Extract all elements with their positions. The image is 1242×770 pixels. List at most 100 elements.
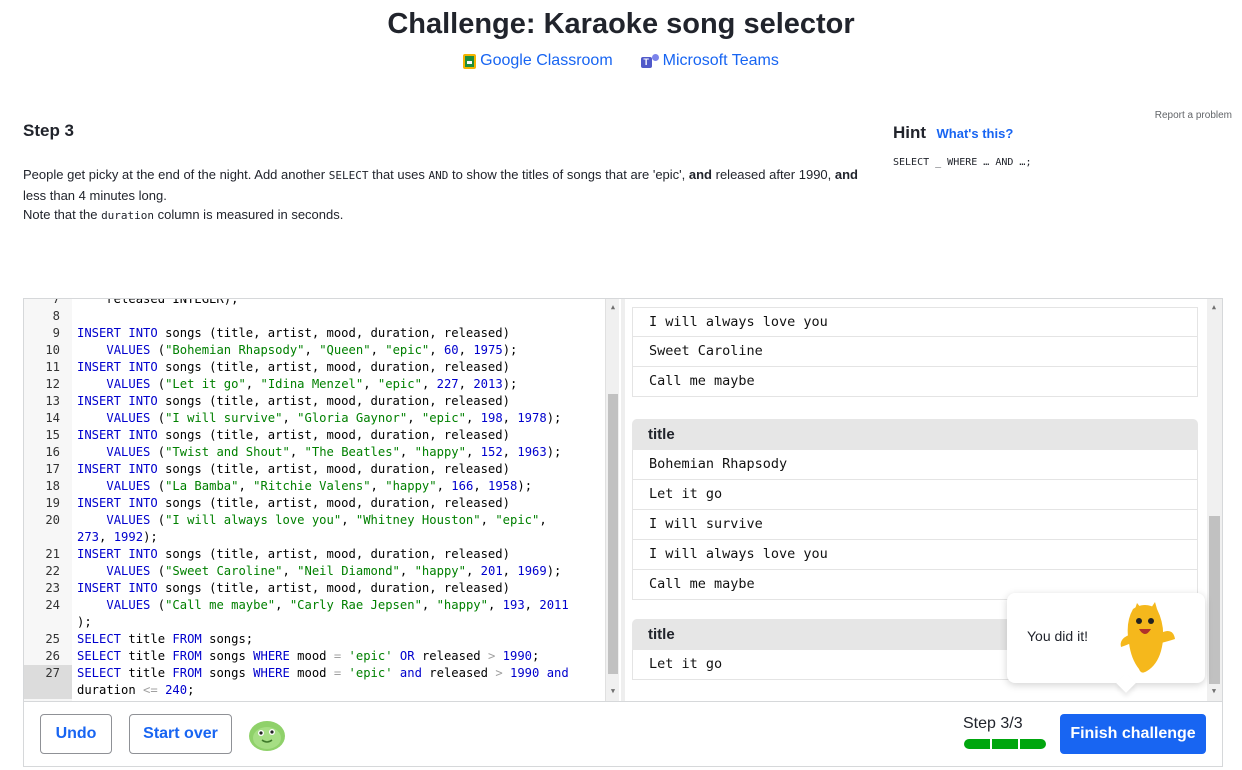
code-text[interactable]: VALUES ("Sweet Caroline", "Neil Diamond"… xyxy=(77,563,561,580)
code-line[interactable]: 26 SELECT title FROM songs WHERE mood = '… xyxy=(24,648,606,665)
code-line[interactable]: 13 INSERT INTO songs (title, artist, mood… xyxy=(24,393,606,410)
code-text[interactable]: VALUES ("Let it go", "Idina Menzel", "ep… xyxy=(77,376,517,393)
hint-code: SELECT _ WHERE … AND …; xyxy=(893,157,1032,168)
editor-scroll-thumb[interactable] xyxy=(608,394,618,674)
code-text[interactable]: INSERT INTO songs (title, artist, mood, … xyxy=(77,359,510,376)
share-microsoft-teams-label: Microsoft Teams xyxy=(662,52,779,69)
undo-button[interactable]: Undo xyxy=(40,714,112,754)
code-line[interactable]: duration <= 240; xyxy=(24,682,606,699)
code-text[interactable]: VALUES ("Twist and Shout", "The Beatles"… xyxy=(77,444,561,461)
code-text[interactable]: INSERT INTO songs (title, artist, mood, … xyxy=(77,461,510,478)
progress-segment xyxy=(964,739,990,749)
code-line[interactable]: 23 INSERT INTO songs (title, artist, mood… xyxy=(24,580,606,597)
footer-bar: Undo Start over Step 3/3 Finish challeng… xyxy=(24,701,1222,766)
code-line[interactable]: 18 VALUES ("La Bamba", "Ritchie Valens",… xyxy=(24,478,606,495)
code-text[interactable]: VALUES ("I will always love you", "Whitn… xyxy=(77,512,546,529)
code-text[interactable]: VALUES ("Bohemian Rhapsody", "Queen", "e… xyxy=(77,342,517,359)
line-number: 23 xyxy=(45,581,60,595)
code-text[interactable]: duration <= 240; xyxy=(77,682,194,699)
line-number: 26 xyxy=(45,649,60,663)
code-text[interactable]: released INTEGER); xyxy=(77,299,238,308)
code-line[interactable]: 25 SELECT title FROM songs; xyxy=(24,631,606,648)
result-table-row: I will survive xyxy=(632,510,1198,540)
code-text[interactable]: SELECT title FROM songs WHERE mood = 'ep… xyxy=(77,665,569,682)
result-table-row: Call me maybe xyxy=(632,367,1198,397)
results-scroll-thumb[interactable] xyxy=(1209,516,1220,684)
scroll-down-arrow-icon[interactable]: ▼ xyxy=(1208,685,1220,697)
code-editor[interactable]: 7 released INTEGER); 8 9 INSERT INTO songs … xyxy=(24,299,621,701)
code-line[interactable]: 14 VALUES ("I will survive", "Gloria Gay… xyxy=(24,410,606,427)
workspace: 7 released INTEGER); 8 9 INSERT INTO songs … xyxy=(23,298,1223,767)
line-number: 20 xyxy=(45,513,60,527)
code-line[interactable]: 21 INSERT INTO songs (title, artist, mood… xyxy=(24,546,606,563)
code-line[interactable]: 273, 1992); xyxy=(24,529,606,546)
hint-whats-this-link[interactable]: What's this? xyxy=(937,126,1014,141)
code-line[interactable]: 12 VALUES ("Let it go", "Idina Menzel", … xyxy=(24,376,606,393)
google-classroom-icon xyxy=(463,53,477,69)
success-message: You did it! xyxy=(1027,628,1088,644)
step-heading: Step 3 xyxy=(23,121,75,140)
share-microsoft-teams[interactable]: T Microsoft Teams xyxy=(640,52,779,70)
code-text[interactable]: INSERT INTO songs (title, artist, mood, … xyxy=(77,325,510,342)
line-number: 25 xyxy=(45,632,60,646)
code-line[interactable]: 20 VALUES ("I will always love you", "Wh… xyxy=(24,512,606,529)
green-mascot-icon xyxy=(249,721,285,751)
line-number: 14 xyxy=(45,411,60,425)
code-line[interactable]: 22 VALUES ("Sweet Caroline", "Neil Diamo… xyxy=(24,563,606,580)
line-number xyxy=(24,614,72,631)
result-table-header: title xyxy=(632,419,1198,450)
microsoft-teams-icon: T xyxy=(640,53,659,69)
code-text[interactable]: INSERT INTO songs (title, artist, mood, … xyxy=(77,580,510,597)
line-number xyxy=(24,682,72,699)
line-number: 12 xyxy=(45,377,60,391)
result-table-row: Let it go xyxy=(632,480,1198,510)
code-text[interactable]: VALUES ("Call me maybe", "Carly Rae Jeps… xyxy=(77,597,568,614)
code-line[interactable]: 16 VALUES ("Twist and Shout", "The Beatl… xyxy=(24,444,606,461)
result-table-row: I will always love you xyxy=(632,540,1198,570)
editor-scrollbar[interactable]: ▲ ▼ xyxy=(605,299,619,701)
line-number: 11 xyxy=(45,360,60,374)
line-number: 7 xyxy=(52,299,60,306)
code-text[interactable]: INSERT INTO songs (title, artist, mood, … xyxy=(77,495,510,512)
code-line[interactable]: 27 SELECT title FROM songs WHERE mood = '… xyxy=(24,665,606,682)
code-text[interactable]: INSERT INTO songs (title, artist, mood, … xyxy=(77,393,510,410)
code-text[interactable]: INSERT INTO songs (title, artist, mood, … xyxy=(77,427,510,444)
yellow-mascot-icon xyxy=(1120,602,1175,673)
line-number: 10 xyxy=(45,343,60,357)
code-text[interactable]: 273, 1992); xyxy=(77,529,158,546)
code-text[interactable]: ); xyxy=(77,614,92,631)
code-line[interactable]: 24 VALUES ("Call me maybe", "Carly Rae J… xyxy=(24,597,606,614)
line-number: 15 xyxy=(45,428,60,442)
code-line[interactable]: 7 released INTEGER); xyxy=(24,299,606,308)
results-scrollbar[interactable]: ▲ ▼ xyxy=(1207,299,1222,701)
share-google-classroom[interactable]: Google Classroom xyxy=(463,52,613,70)
code-line[interactable]: 15 INSERT INTO songs (title, artist, mood… xyxy=(24,427,606,444)
result-table-row: Sweet Caroline xyxy=(632,337,1198,367)
step-counter: Step 3/3 xyxy=(963,715,1023,732)
code-line[interactable]: 17 INSERT INTO songs (title, artist, mood… xyxy=(24,461,606,478)
code-line[interactable]: 8 xyxy=(24,308,606,325)
scroll-up-arrow-icon[interactable]: ▲ xyxy=(1208,301,1220,313)
scroll-down-arrow-icon[interactable]: ▼ xyxy=(607,685,619,697)
code-text[interactable]: INSERT INTO songs (title, artist, mood, … xyxy=(77,546,510,563)
share-google-classroom-label: Google Classroom xyxy=(480,52,613,69)
finish-challenge-button[interactable]: Finish challenge xyxy=(1060,714,1206,754)
code-line[interactable]: 10 VALUES ("Bohemian Rhapsody", "Queen",… xyxy=(24,342,606,359)
code-text[interactable]: VALUES ("I will survive", "Gloria Gaynor… xyxy=(77,410,561,427)
scroll-up-arrow-icon[interactable]: ▲ xyxy=(607,301,619,313)
code-text[interactable]: SELECT title FROM songs WHERE mood = 'ep… xyxy=(77,648,539,665)
code-line[interactable]: 11 INSERT INTO songs (title, artist, mood… xyxy=(24,359,606,376)
progress-segment xyxy=(1020,739,1046,749)
line-number: 9 xyxy=(52,326,60,340)
code-line[interactable]: 19 INSERT INTO songs (title, artist, mood… xyxy=(24,495,606,512)
code-text[interactable]: SELECT title FROM songs; xyxy=(77,631,253,648)
progress-bar xyxy=(964,739,1046,749)
line-number: 24 xyxy=(45,598,60,612)
start-over-button[interactable]: Start over xyxy=(129,714,232,754)
line-number: 21 xyxy=(45,547,60,561)
report-problem-link[interactable]: Report a problem xyxy=(1155,110,1232,121)
code-line[interactable]: ); xyxy=(24,614,606,631)
code-line[interactable]: 9 INSERT INTO songs (title, artist, mood,… xyxy=(24,325,606,342)
line-number: 22 xyxy=(45,564,60,578)
code-text[interactable]: VALUES ("La Bamba", "Ritchie Valens", "h… xyxy=(77,478,532,495)
